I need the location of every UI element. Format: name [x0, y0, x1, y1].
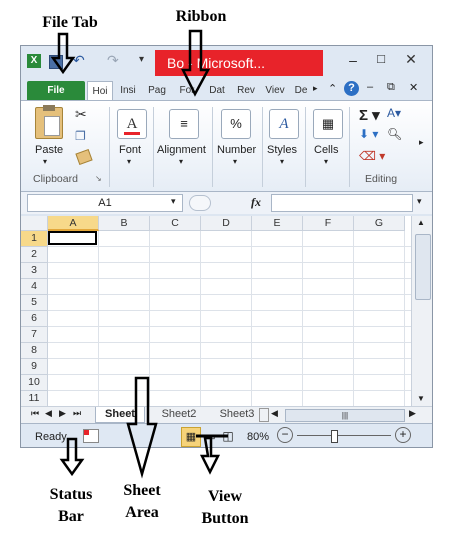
- file-tab-arrow: [50, 32, 76, 75]
- status-bar-arrow: [59, 437, 85, 477]
- view-button-arrow: [199, 436, 221, 475]
- sheet-area-arrow: [126, 376, 158, 479]
- ribbon-arrow: [180, 29, 211, 97]
- annotation-arrows: [50, 29, 228, 479]
